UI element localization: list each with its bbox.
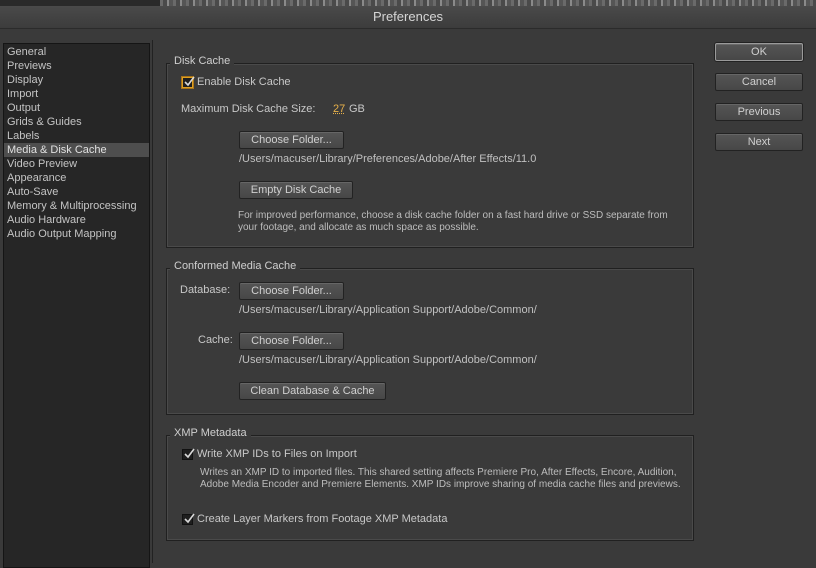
xmp-metadata-title: XMP Metadata: [170, 427, 251, 439]
max-cache-size-value[interactable]: 27: [333, 103, 345, 115]
create-layer-markers-label[interactable]: Create Layer Markers from Footage XMP Me…: [197, 513, 447, 525]
preferences-category-list[interactable]: General Previews Display Import Output G…: [3, 43, 150, 568]
database-choose-folder-button[interactable]: Choose Folder...: [239, 282, 344, 300]
checkmark-icon: [184, 76, 195, 87]
empty-disk-cache-button[interactable]: Empty Disk Cache: [239, 181, 353, 199]
sidebar-item-display[interactable]: Display: [4, 73, 149, 87]
disk-cache-path: /Users/macuser/Library/Preferences/Adobe…: [239, 153, 537, 165]
enable-disk-cache-checkbox[interactable]: [182, 76, 195, 88]
write-xmp-ids-label[interactable]: Write XMP IDs to Files on Import: [197, 448, 357, 460]
checkmark-icon: [184, 513, 195, 524]
sidebar-item-audio-hardware[interactable]: Audio Hardware: [4, 213, 149, 227]
database-path: /Users/macuser/Library/Application Suppo…: [239, 304, 537, 316]
panel-divider: [152, 40, 153, 563]
previous-button[interactable]: Previous: [715, 103, 803, 121]
disk-cache-title: Disk Cache: [170, 55, 235, 67]
ok-button[interactable]: OK: [715, 43, 803, 61]
sidebar-item-appearance[interactable]: Appearance: [4, 171, 149, 185]
create-layer-markers-checkbox[interactable]: [182, 513, 195, 525]
cancel-button[interactable]: Cancel: [715, 73, 803, 91]
cache-path: /Users/macuser/Library/Application Suppo…: [239, 354, 537, 366]
write-xmp-ids-checkbox[interactable]: [182, 448, 195, 460]
cache-label: Cache:: [198, 334, 233, 346]
sidebar-item-labels[interactable]: Labels: [4, 129, 149, 143]
sidebar-item-memory-multiprocessing[interactable]: Memory & Multiprocessing: [4, 199, 149, 213]
enable-disk-cache-label[interactable]: Enable Disk Cache: [197, 76, 291, 88]
next-button[interactable]: Next: [715, 133, 803, 151]
sidebar-item-audio-output-mapping[interactable]: Audio Output Mapping: [4, 227, 149, 241]
sidebar-item-video-preview[interactable]: Video Preview: [4, 157, 149, 171]
clean-database-cache-button[interactable]: Clean Database & Cache: [239, 382, 386, 400]
disk-cache-choose-folder-button[interactable]: Choose Folder...: [239, 131, 344, 149]
max-cache-size-unit: GB: [349, 103, 365, 115]
sidebar-item-grids-guides[interactable]: Grids & Guides: [4, 115, 149, 129]
disk-cache-hint: For improved performance, choose a disk …: [238, 210, 668, 233]
sidebar-item-output[interactable]: Output: [4, 101, 149, 115]
sidebar-item-auto-save[interactable]: Auto-Save: [4, 185, 149, 199]
max-cache-size-label: Maximum Disk Cache Size:: [181, 103, 316, 115]
database-label: Database:: [180, 284, 231, 296]
checkmark-icon: [184, 448, 195, 459]
sidebar-item-import[interactable]: Import: [4, 87, 149, 101]
window-title: Preferences: [0, 6, 816, 29]
conformed-media-cache-title: Conformed Media Cache: [170, 260, 301, 272]
sidebar-item-media-disk-cache[interactable]: Media & Disk Cache: [4, 143, 149, 157]
cache-choose-folder-button[interactable]: Choose Folder...: [239, 332, 344, 350]
sidebar-item-general[interactable]: General: [4, 45, 149, 59]
write-xmp-ids-description: Writes an XMP ID to imported files. This…: [200, 467, 681, 490]
sidebar-item-previews[interactable]: Previews: [4, 59, 149, 73]
